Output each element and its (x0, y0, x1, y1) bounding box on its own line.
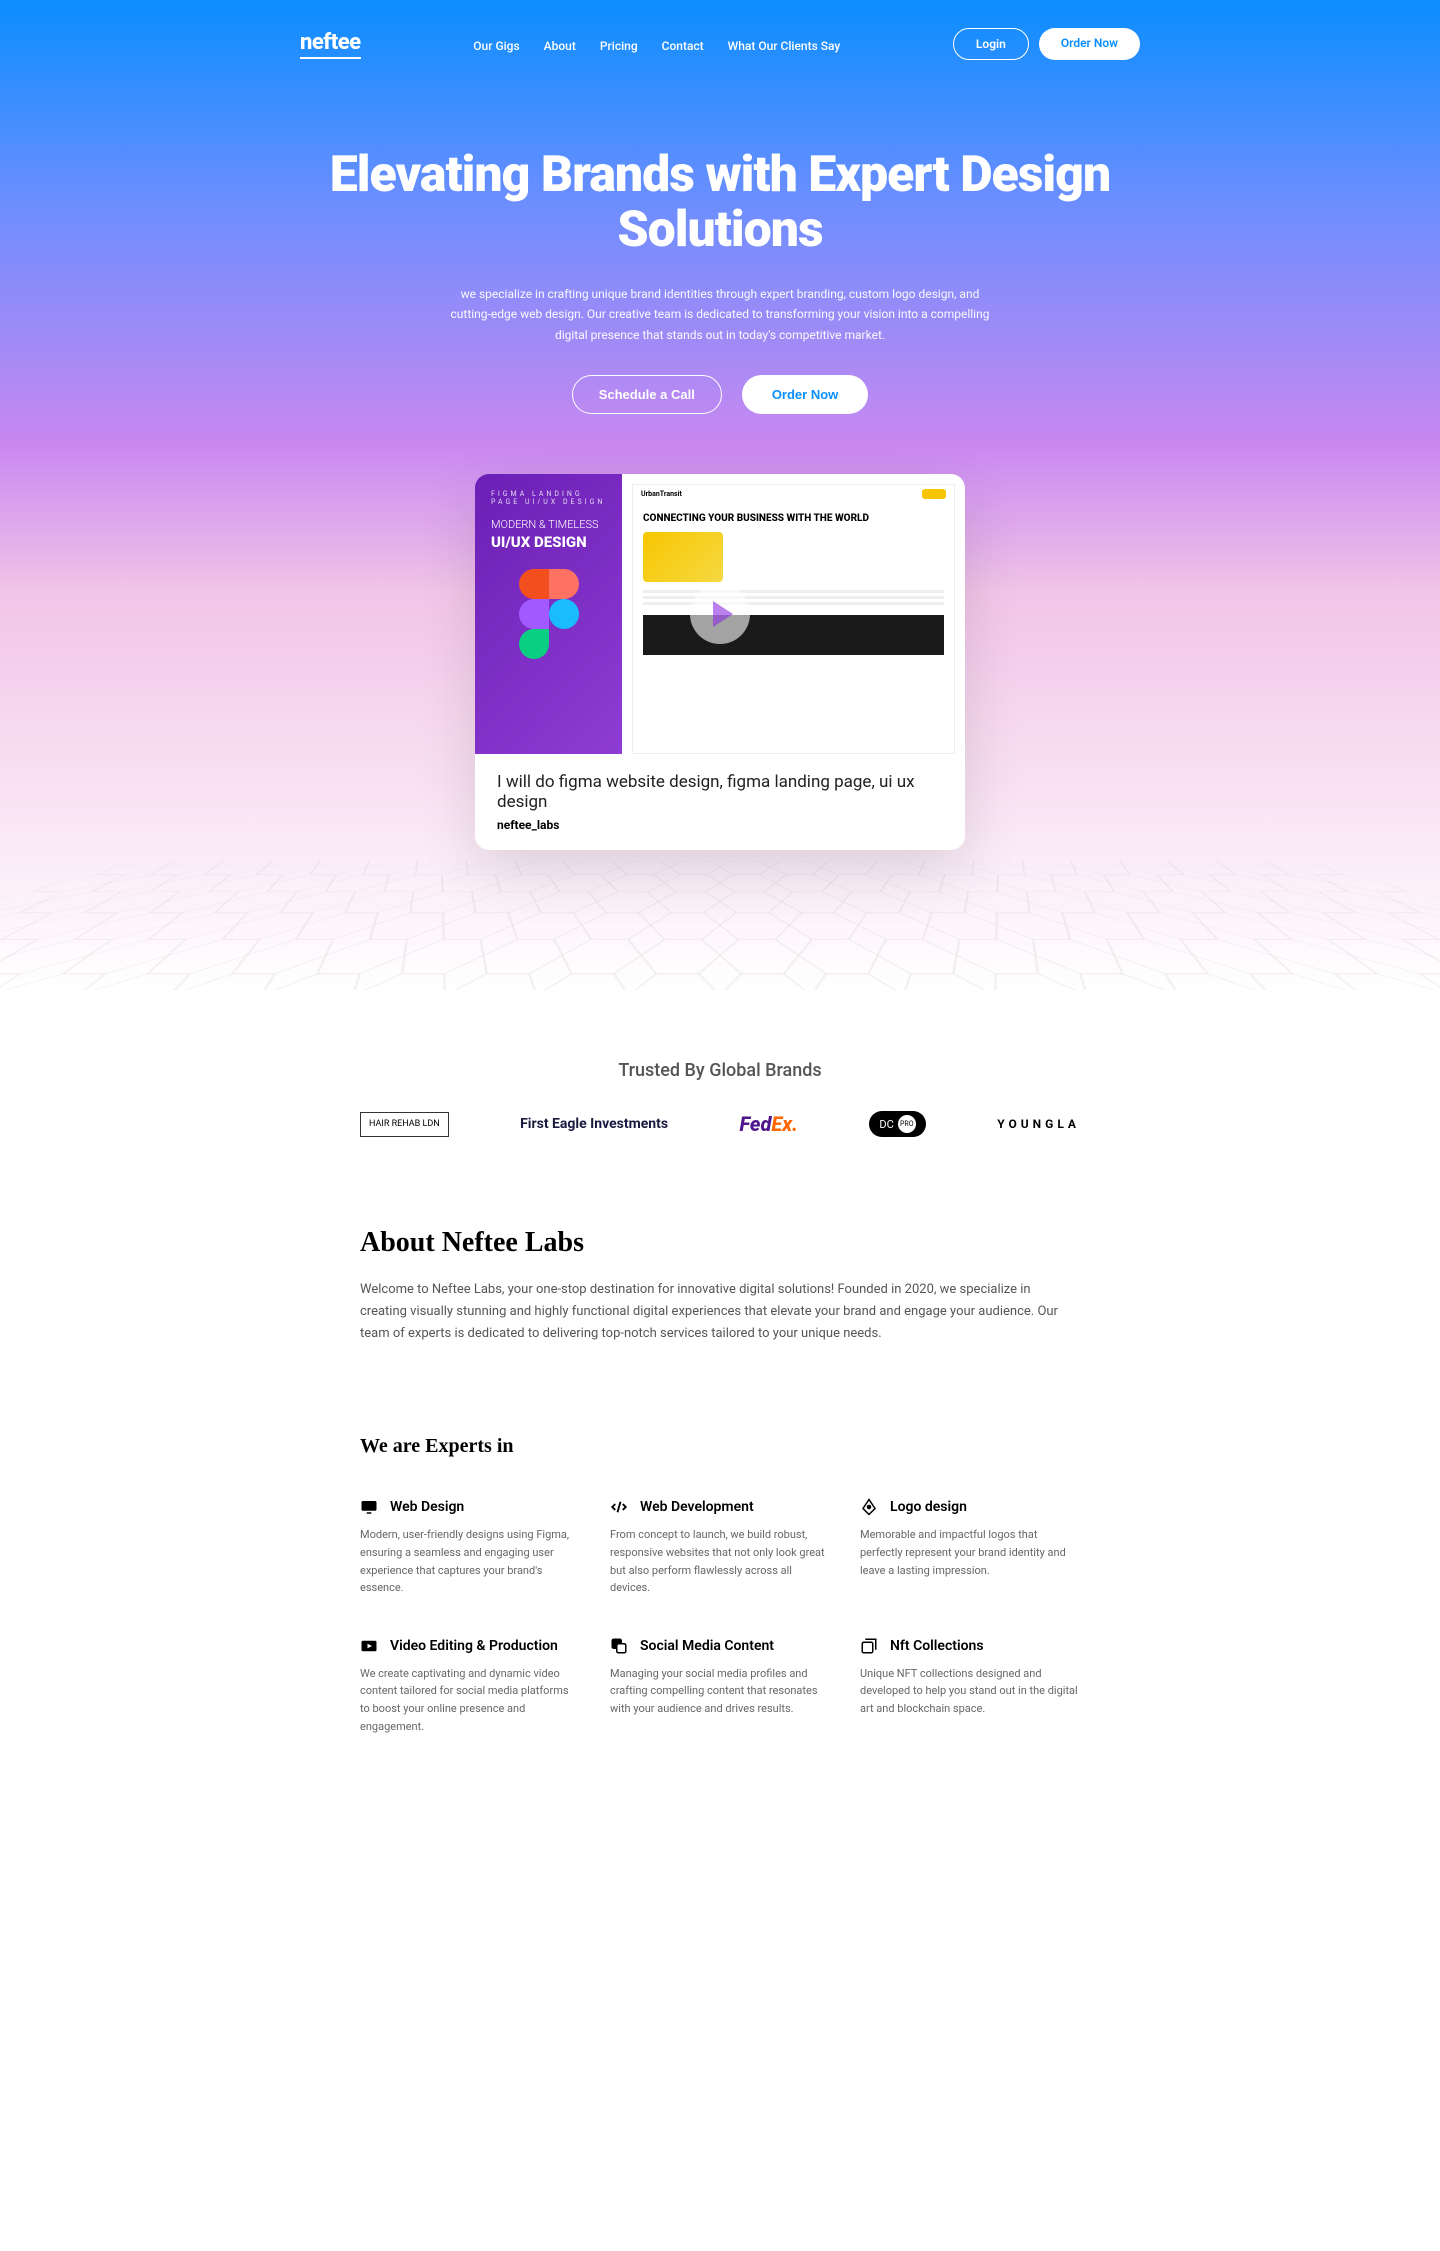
about-text: Welcome to Neftee Labs, your one-stop de… (360, 1279, 1080, 1345)
expert-title: Logo design (890, 1499, 967, 1515)
experts-heading: We are Experts in (360, 1435, 1080, 1458)
layers-icon (610, 1637, 628, 1655)
expert-desc: Managing your social media profiles and … (610, 1665, 830, 1718)
nav-testimonials[interactable]: What Our Clients Say (728, 39, 841, 53)
about-heading: About Neftee Labs (360, 1227, 1080, 1259)
gig-overlay-t2: UI/UX DESIGN (491, 533, 606, 551)
login-button[interactable]: Login (953, 28, 1029, 60)
expert-desc: From concept to launch, we build robust,… (610, 1526, 830, 1596)
order-now-hero-button[interactable]: Order Now (742, 375, 868, 414)
hero-subtitle: we specialize in crafting unique brand i… (440, 284, 1000, 345)
expert-title: Web Development (640, 1499, 754, 1515)
expert-title: Video Editing & Production (390, 1638, 558, 1654)
hero-title: Elevating Brands with Expert Design Solu… (300, 148, 1140, 258)
video-icon (360, 1637, 378, 1655)
hero-content: Elevating Brands with Expert Design Solu… (300, 148, 1140, 414)
nav-contact[interactable]: Contact (662, 39, 704, 53)
gig-preview-mockup: UrbanTransit CONNECTING YOUR BUSINESS WI… (622, 474, 965, 754)
expert-desc: Modern, user-friendly designs using Figm… (360, 1526, 580, 1596)
expert-social: Social Media Content Managing your socia… (610, 1637, 830, 1735)
expert-nft: Nft Collections Unique NFT collections d… (860, 1637, 1080, 1735)
expert-desc: We create captivating and dynamic video … (360, 1665, 580, 1735)
brand-logo[interactable]: neftee (300, 30, 361, 59)
expert-web-dev: Web Development From concept to launch, … (610, 1498, 830, 1596)
gig-title: I will do figma website design, figma la… (497, 772, 943, 812)
mock-headline: CONNECTING YOUR BUSINESS WITH THE WORLD (643, 513, 944, 524)
gig-author: neftee_labs (497, 818, 943, 832)
gig-card[interactable]: FIGMA LANDING PAGE UI/UX DESIGN MODERN &… (475, 474, 965, 850)
trusted-title: Trusted By Global Brands (360, 1060, 1080, 1081)
nav-actions: Login Order Now (953, 28, 1140, 60)
expert-video: Video Editing & Production We create cap… (360, 1637, 580, 1735)
gig-preview-image: FIGMA LANDING PAGE UI/UX DESIGN MODERN &… (475, 474, 965, 754)
expert-title: Web Design (390, 1499, 464, 1515)
experts-section: We are Experts in Web Design Modern, use… (0, 1395, 1440, 1815)
expert-title: Nft Collections (890, 1638, 984, 1654)
brand-hair-rehab: HAIR REHAB LDN (360, 1112, 449, 1137)
collection-icon (860, 1637, 878, 1655)
expert-web-design: Web Design Modern, user-friendly designs… (360, 1498, 580, 1596)
figma-logo-icon (491, 569, 606, 659)
navbar: neftee Our Gigs About Pricing Contact Wh… (300, 20, 1140, 68)
hero-section: neftee Our Gigs About Pricing Contact Wh… (0, 0, 1440, 990)
gig-preview-left-panel: FIGMA LANDING PAGE UI/UX DESIGN MODERN &… (475, 474, 622, 754)
nav-about[interactable]: About (544, 39, 576, 53)
brand-first-eagle: First Eagle Investments (520, 1116, 668, 1132)
code-icon (610, 1498, 628, 1516)
gig-overlay-t1: MODERN & TIMELESS (491, 518, 606, 531)
brand-fedex: FedEx. (740, 1112, 798, 1136)
nav-pricing[interactable]: Pricing (600, 39, 638, 53)
gig-overlay-label: FIGMA LANDING PAGE UI/UX DESIGN (491, 490, 606, 506)
brand-dcpro: DCPRO (869, 1111, 925, 1137)
pen-icon (860, 1498, 878, 1516)
experts-grid: Web Design Modern, user-friendly designs… (360, 1498, 1080, 1735)
nav-links: Our Gigs About Pricing Contact What Our … (473, 35, 840, 54)
order-now-nav-button[interactable]: Order Now (1039, 28, 1140, 60)
brand-youngla: YOUNGLA (997, 1117, 1080, 1131)
about-section: About Neftee Labs Welcome to Neftee Labs… (0, 1177, 1440, 1395)
expert-title: Social Media Content (640, 1638, 774, 1654)
expert-logo: Logo design Memorable and impactful logo… (860, 1498, 1080, 1596)
hero-ctas: Schedule a Call Order Now (300, 375, 1140, 414)
schedule-call-button[interactable]: Schedule a Call (572, 375, 722, 414)
play-button[interactable] (690, 584, 750, 644)
gig-info: I will do figma website design, figma la… (475, 754, 965, 850)
monitor-icon (360, 1498, 378, 1516)
play-icon (713, 601, 733, 627)
trusted-section: Trusted By Global Brands HAIR REHAB LDN … (0, 990, 1440, 1177)
nav-gigs[interactable]: Our Gigs (473, 39, 519, 53)
brand-row: HAIR REHAB LDN First Eagle Investments F… (360, 1111, 1080, 1137)
hex-pattern-bg (0, 861, 1440, 991)
expert-desc: Memorable and impactful logos that perfe… (860, 1526, 1080, 1579)
expert-desc: Unique NFT collections designed and deve… (860, 1665, 1080, 1718)
